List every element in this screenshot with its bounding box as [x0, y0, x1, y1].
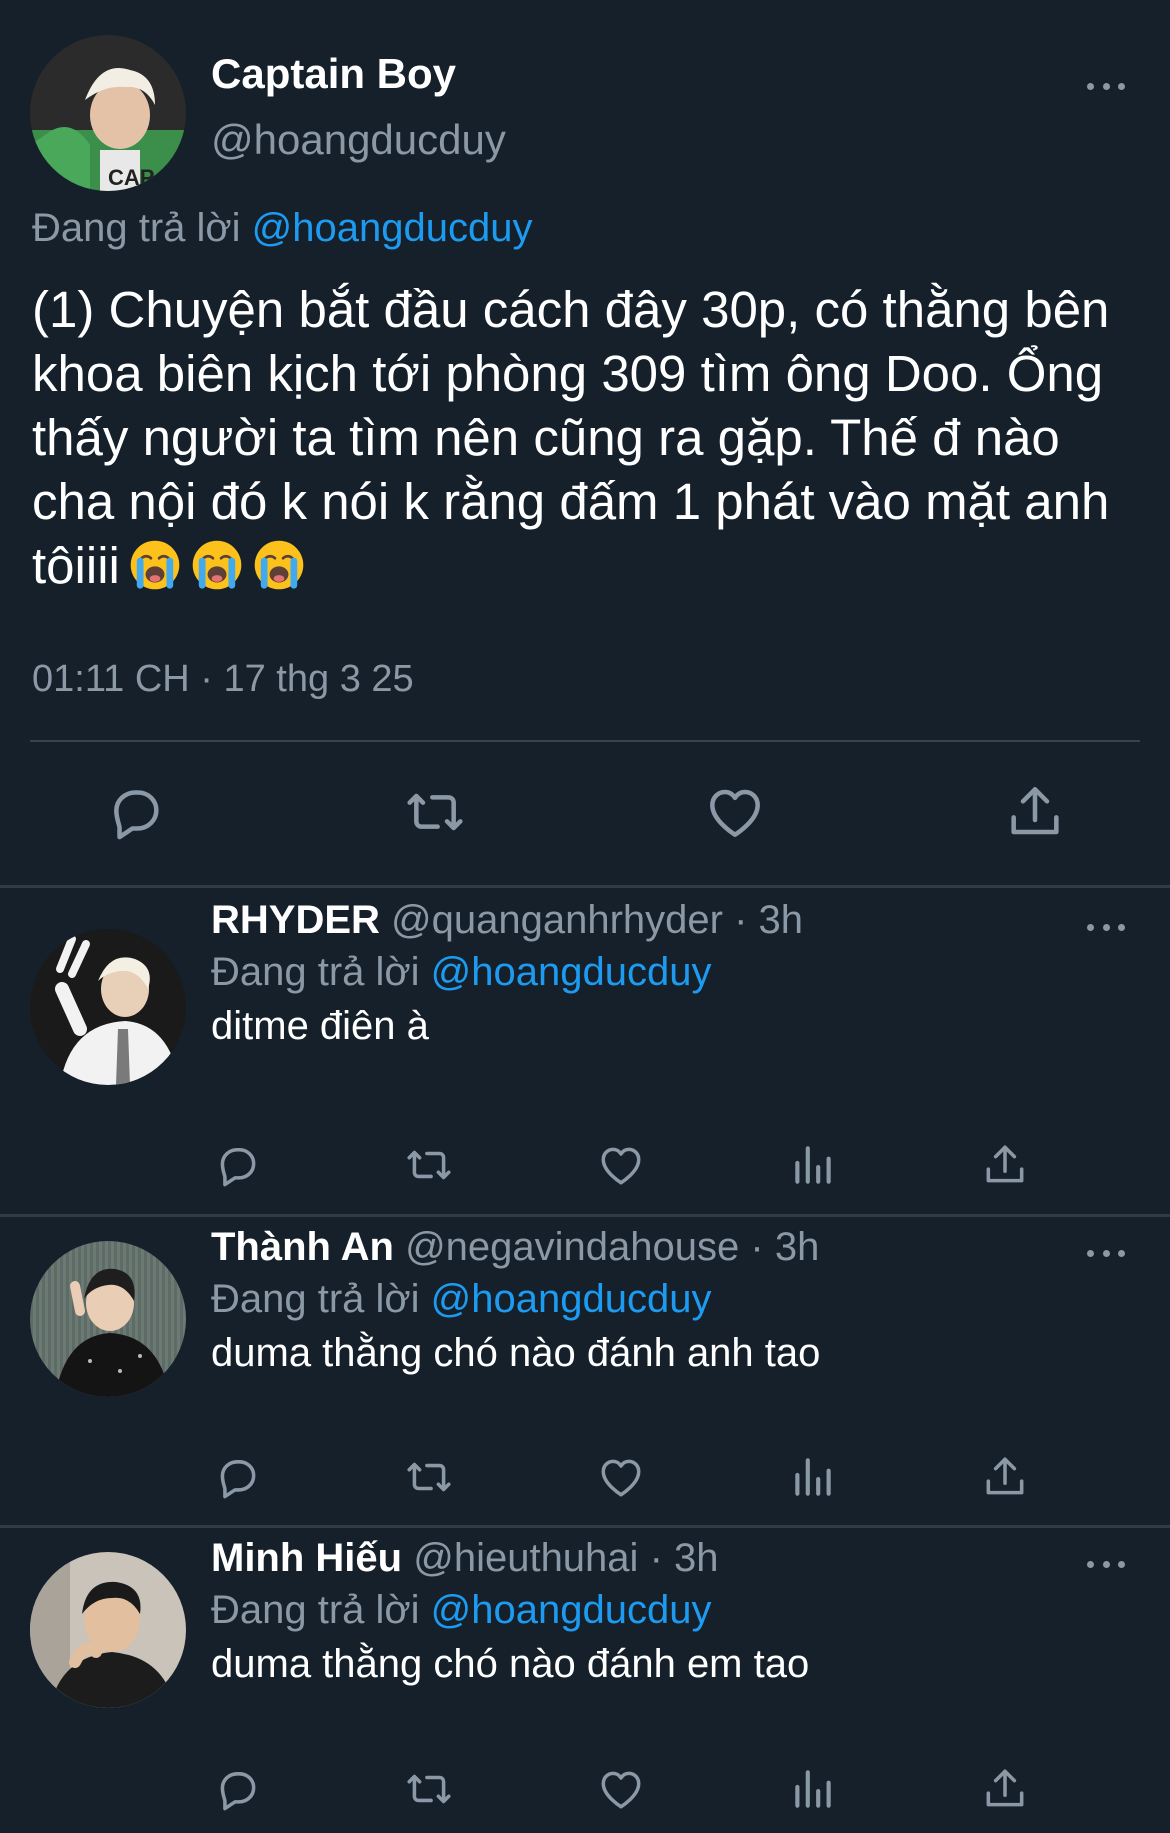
user-handle[interactable]: @negavindahouse: [405, 1225, 739, 1269]
share-icon[interactable]: [1003, 780, 1067, 844]
reply-icon[interactable]: [103, 780, 167, 844]
reply-header: RHYDER @quanganhrhyder · 3h: [211, 896, 803, 944]
replying-prefix: Đang trả lời: [211, 1588, 420, 1632]
views-icon[interactable]: [788, 1140, 838, 1190]
reply-tweet[interactable]: Thành An @negavindahouse · 3h Đang trả l…: [0, 1217, 1170, 1525]
avatar[interactable]: CAP: [30, 35, 186, 191]
share-icon[interactable]: [980, 1140, 1030, 1190]
share-icon[interactable]: [980, 1452, 1030, 1502]
like-icon[interactable]: [596, 1452, 646, 1502]
reply-tweet[interactable]: RHYDER @quanganhrhyder · 3h Đang trả lời…: [0, 888, 1170, 1214]
replying-prefix: Đang trả lời: [211, 1277, 420, 1321]
more-options-icon[interactable]: [1081, 912, 1131, 942]
views-icon[interactable]: [788, 1764, 838, 1814]
svg-text:CAP: CAP: [108, 165, 154, 190]
main-tweet: CAP Captain Boy @hoangducduy Đang trả lờ…: [0, 0, 1170, 886]
reply-header: Thành An @negavindahouse · 3h: [211, 1223, 819, 1271]
mention-link[interactable]: @hoangducduy: [431, 1277, 712, 1321]
like-icon[interactable]: [703, 780, 767, 844]
user-handle[interactable]: @quanganhrhyder: [391, 898, 723, 942]
avatar[interactable]: [30, 929, 186, 1085]
crying-emoji-icon: [128, 538, 182, 592]
tweet-text: (1) Chuyện bắt đầu cách đây 30p, có thằn…: [32, 278, 1152, 598]
mention-link[interactable]: @hoangducduy: [431, 950, 712, 994]
mention-link[interactable]: @hoangducduy: [431, 1588, 712, 1632]
reply-header: Minh Hiếu @hieuthuhai · 3h: [211, 1534, 719, 1582]
more-options-icon[interactable]: [1081, 1238, 1131, 1268]
reply-time: · 3h: [734, 898, 804, 942]
replying-to: Đang trả lời @hoangducduy: [32, 204, 533, 252]
display-name[interactable]: Minh Hiếu: [211, 1536, 402, 1580]
avatar[interactable]: [30, 1552, 186, 1708]
views-icon[interactable]: [788, 1452, 838, 1502]
like-icon[interactable]: [596, 1140, 646, 1190]
reply-text: duma thằng chó nào đánh em tao: [211, 1642, 810, 1686]
mention-link[interactable]: @hoangducduy: [252, 206, 533, 250]
divider: [30, 740, 1140, 742]
reply-time: · 3h: [649, 1536, 719, 1580]
replying-prefix: Đang trả lời: [32, 206, 241, 250]
reply-time: · 3h: [750, 1225, 820, 1269]
avatar[interactable]: [30, 1241, 186, 1397]
retweet-icon[interactable]: [403, 780, 467, 844]
retweet-icon[interactable]: [404, 1764, 454, 1814]
replying-to: Đang trả lời @hoangducduy: [211, 948, 712, 996]
timestamp[interactable]: 01:11 CH · 17 thg 3 25: [32, 656, 414, 702]
user-handle[interactable]: @hieuthuhai: [413, 1536, 638, 1580]
replying-prefix: Đang trả lời: [211, 950, 420, 994]
reply-icon[interactable]: [212, 1764, 262, 1814]
display-name[interactable]: RHYDER: [211, 898, 380, 942]
like-icon[interactable]: [596, 1764, 646, 1814]
reply-icon[interactable]: [212, 1452, 262, 1502]
replying-to: Đang trả lời @hoangducduy: [211, 1275, 712, 1323]
replying-to: Đang trả lời @hoangducduy: [211, 1586, 712, 1634]
crying-emoji-icon: [252, 538, 306, 592]
reply-text: duma thằng chó nào đánh anh tao: [211, 1331, 821, 1375]
reply-icon[interactable]: [212, 1140, 262, 1190]
retweet-icon[interactable]: [404, 1452, 454, 1502]
display-name[interactable]: Captain Boy: [211, 50, 456, 98]
retweet-icon[interactable]: [404, 1140, 454, 1190]
share-icon[interactable]: [980, 1764, 1030, 1814]
reply-tweet[interactable]: Minh Hiếu @hieuthuhai · 3h Đang trả lời …: [0, 1528, 1170, 1833]
crying-emoji-icon: [190, 538, 244, 592]
reply-text: ditme điên à: [211, 1004, 429, 1048]
tweet-thread: CAP Captain Boy @hoangducduy Đang trả lờ…: [0, 0, 1170, 1833]
display-name[interactable]: Thành An: [211, 1225, 394, 1269]
more-options-icon[interactable]: [1081, 1549, 1131, 1579]
more-options-icon[interactable]: [1081, 71, 1131, 101]
user-handle[interactable]: @hoangducduy: [211, 116, 506, 164]
